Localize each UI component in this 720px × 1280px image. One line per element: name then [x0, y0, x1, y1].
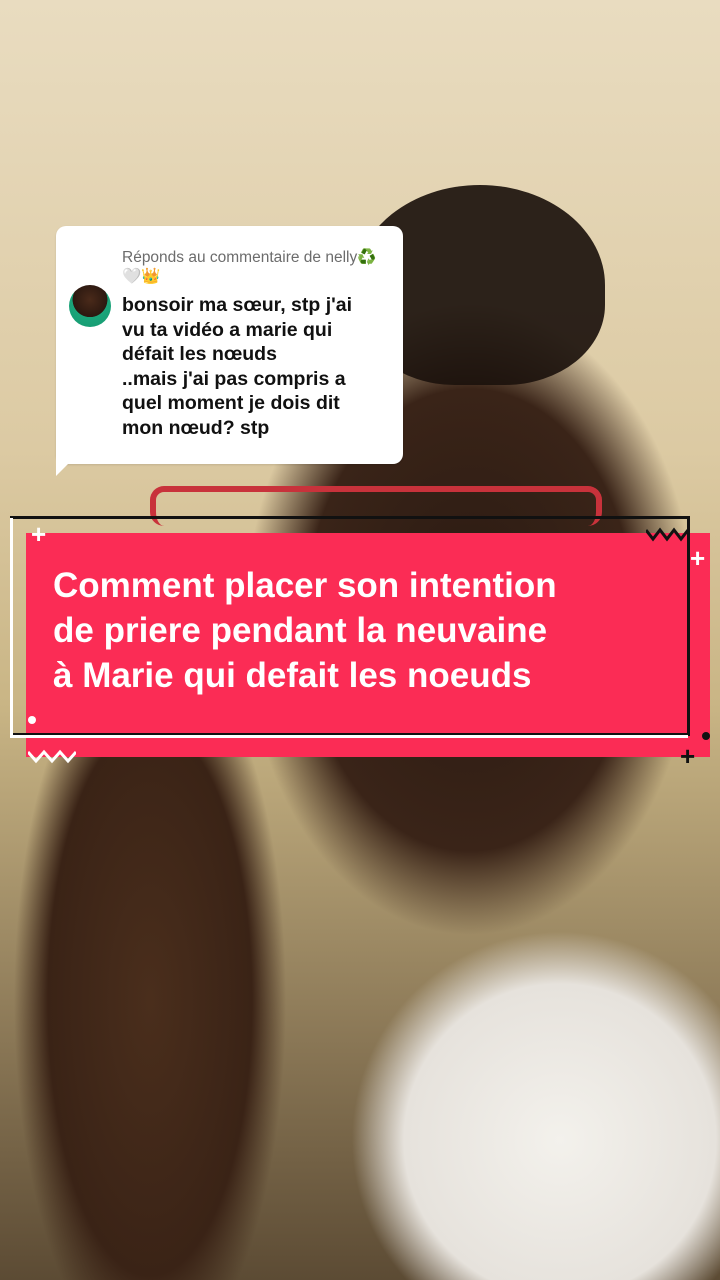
- video-title: Comment placer son intention de priere p…: [53, 563, 693, 698]
- comment-line: quel moment je dois dit: [122, 392, 340, 414]
- comment-line: vu ta vidéo a marie qui: [122, 318, 333, 341]
- reply-bubble-tail: [56, 452, 80, 476]
- zigzag-icon: [28, 749, 76, 764]
- zigzag-icon: [646, 527, 688, 542]
- comment-text: bonsoir ma sœur, stp j'ai vu ta vidéo a …: [122, 293, 393, 440]
- comment-line: ..mais j'ai pas compris a: [122, 367, 346, 390]
- plus-icon: +: [690, 543, 706, 573]
- reply-header: Réponds au commentaire de nelly♻️🤍👑: [122, 249, 377, 285]
- reply-comment-sticker[interactable]: Réponds au commentaire de nelly♻️🤍👑 bons…: [56, 226, 403, 464]
- dot-icon: [28, 716, 36, 724]
- title-line: de priere pendant la neuvaine: [53, 611, 548, 650]
- title-line: à Marie qui defait les noeuds: [53, 656, 532, 695]
- comment-line: bonsoir ma sœur, stp j'ai: [122, 294, 353, 316]
- comment-line: mon nœud? stp: [122, 416, 270, 439]
- commenter-avatar[interactable]: [69, 285, 111, 327]
- comment-line: défait les nœuds: [122, 343, 277, 365]
- plus-icon: +: [31, 519, 47, 549]
- dot-icon: [702, 732, 710, 740]
- title-line: Comment placer son intention: [53, 566, 557, 605]
- plus-icon: +: [680, 741, 696, 771]
